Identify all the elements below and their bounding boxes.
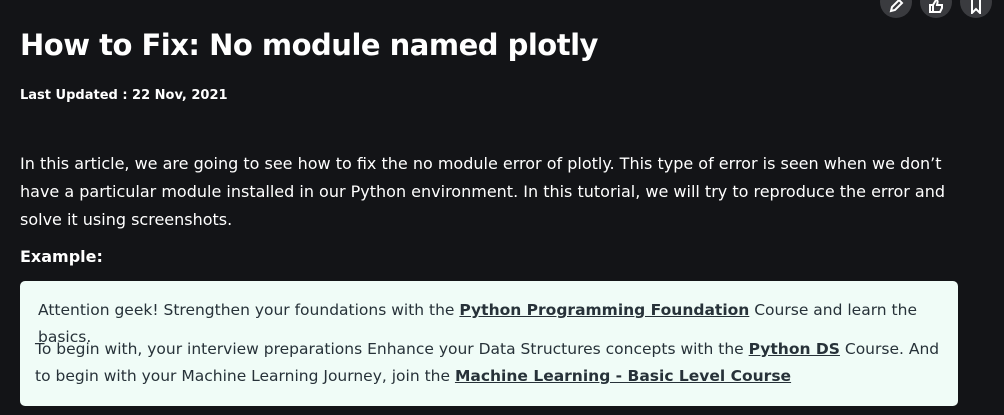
machine-learning-link[interactable]: Machine Learning - Basic Level Course — [455, 367, 791, 385]
promo-text: Attention geek! Strengthen your foundati… — [38, 301, 460, 319]
example-heading: Example: — [20, 247, 103, 266]
thumbs-up-icon — [929, 0, 943, 13]
like-button[interactable] — [920, 0, 952, 18]
promo-box: Attention geek! Strengthen your foundati… — [20, 281, 958, 406]
python-foundation-link[interactable]: Python Programming Foundation — [459, 301, 749, 319]
promo-text: To begin with, your interview preparatio… — [35, 340, 749, 358]
promo-line-2: To begin with, your interview preparatio… — [35, 336, 945, 390]
page-title: How to Fix: No module named plotly — [20, 28, 598, 62]
pencil-icon — [889, 0, 904, 13]
edit-button[interactable] — [880, 0, 912, 18]
intro-paragraph: In this article, we are going to see how… — [20, 154, 946, 229]
bookmark-icon — [971, 0, 981, 14]
python-ds-link[interactable]: Python DS — [749, 340, 840, 358]
last-updated: Last Updated : 22 Nov, 2021 — [20, 88, 228, 103]
article-actions — [880, 0, 992, 18]
bookmark-button[interactable] — [960, 0, 992, 18]
